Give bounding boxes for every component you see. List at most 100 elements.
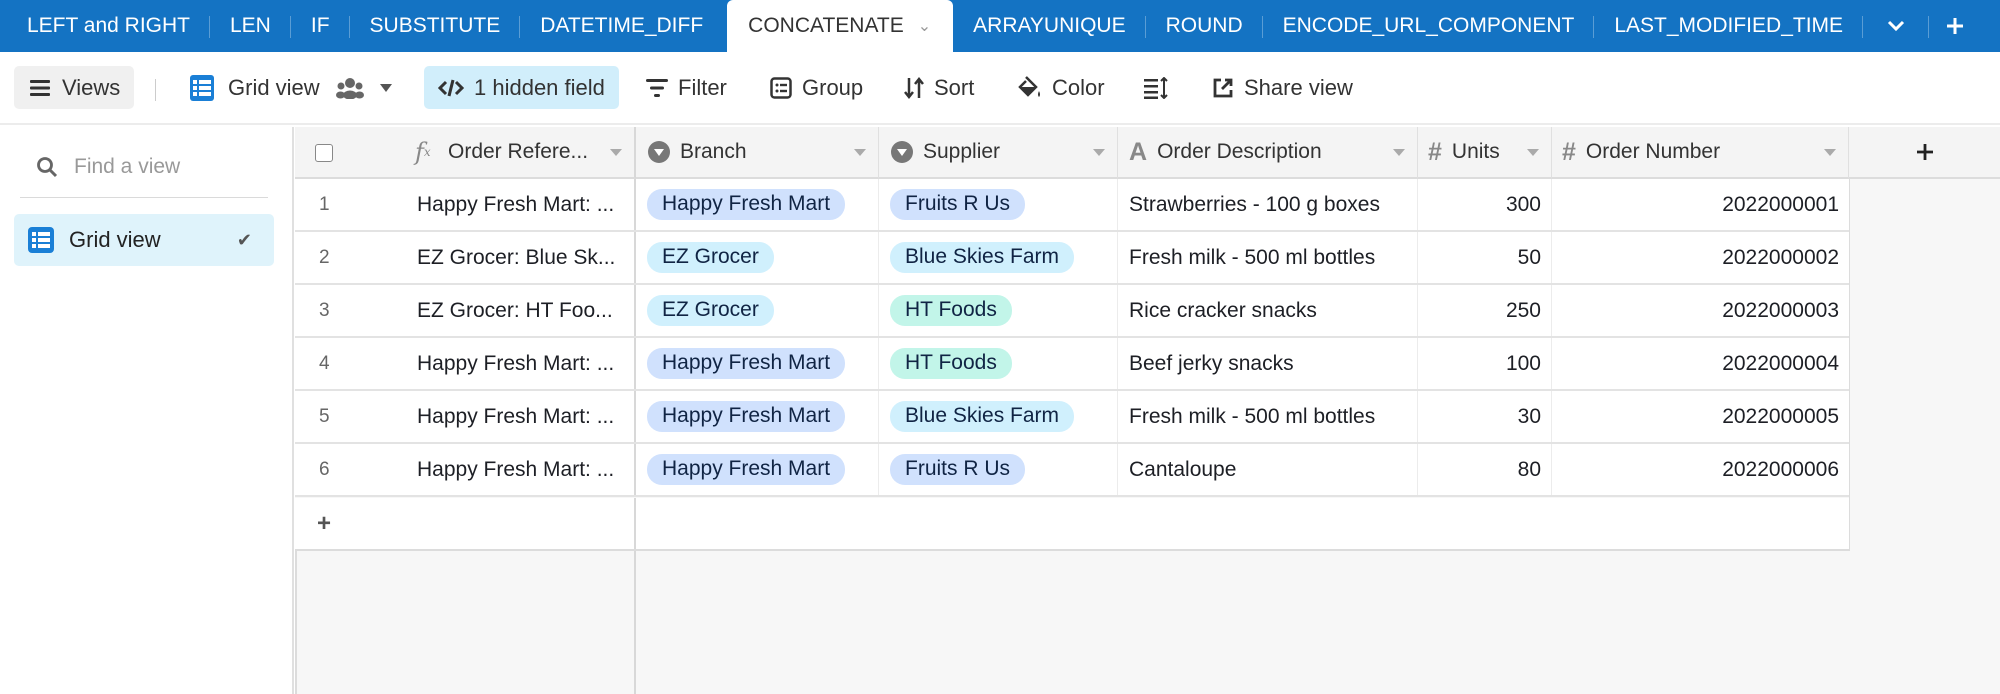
sidebar-item-grid-view[interactable]: Grid view ✔: [14, 214, 274, 266]
add-field-button[interactable]: [1849, 127, 2000, 179]
supplier-pill: HT Foods: [890, 348, 1012, 379]
select-all-checkbox[interactable]: [315, 144, 333, 162]
cell-branch[interactable]: Happy Fresh Mart: [636, 391, 879, 442]
column-menu-caret-icon[interactable]: [1824, 149, 1836, 156]
row-height-button[interactable]: [1144, 66, 1178, 110]
cell-order-description[interactable]: Fresh milk - 500 ml bottles: [1118, 391, 1418, 442]
cell-branch[interactable]: Happy Fresh Mart: [636, 444, 879, 495]
cell-branch[interactable]: EZ Grocer: [636, 232, 879, 283]
order-reference-value: Happy Fresh Mart: ...: [417, 404, 615, 428]
cell-supplier[interactable]: Fruits R Us: [879, 179, 1118, 230]
more-tabs-button[interactable]: [1863, 0, 1930, 52]
cell-order-description[interactable]: Cantaloupe: [1118, 444, 1418, 495]
column-menu-caret-icon[interactable]: [1527, 149, 1539, 156]
tab-if[interactable]: IF: [291, 0, 350, 52]
tab-concatenate[interactable]: CONCATENATE ⌄: [727, 0, 954, 52]
cell-order-reference[interactable]: 3 EZ Grocer: HT Foo...: [295, 285, 636, 336]
column-menu-caret-icon[interactable]: [1093, 149, 1105, 156]
add-row-button[interactable]: +: [295, 498, 1849, 551]
cell-order-reference[interactable]: 2 EZ Grocer: Blue Sk...: [295, 232, 636, 283]
tab-last-modified-time[interactable]: LAST_MODIFIED_TIME: [1594, 0, 1864, 52]
tab-left-and-right[interactable]: LEFT and RIGHT: [0, 0, 210, 52]
cell-order-number[interactable]: 2022000004: [1552, 338, 1849, 389]
grid-view-switcher[interactable]: Grid view: [190, 66, 392, 110]
branch-pill: Happy Fresh Mart: [647, 189, 846, 220]
cell-order-number[interactable]: 2022000005: [1552, 391, 1849, 442]
column-header-order-reference[interactable]: fx Order Refere...: [295, 127, 636, 179]
branch-pill: EZ Grocer: [647, 295, 774, 326]
column-header-units[interactable]: # Units: [1418, 127, 1552, 179]
cell-units[interactable]: 100: [1418, 338, 1552, 389]
cell-order-number[interactable]: 2022000001: [1552, 179, 1849, 230]
filter-button[interactable]: Filter: [646, 66, 727, 110]
column-menu-caret-icon[interactable]: [610, 149, 622, 156]
table-row[interactable]: 4 Happy Fresh Mart: ... Happy Fresh Mart HT…: [295, 338, 1849, 391]
add-table-button[interactable]: [1929, 0, 1981, 52]
column-header-label: Order Number: [1585, 140, 1721, 163]
cell-supplier[interactable]: Blue Skies Farm: [879, 232, 1118, 283]
table-row[interactable]: 6 Happy Fresh Mart: ... Happy Fresh Mart Fr…: [295, 444, 1849, 497]
cell-order-description[interactable]: Fresh milk - 500 ml bottles: [1118, 232, 1418, 283]
add-row-plus[interactable]: +: [295, 498, 636, 549]
group-button[interactable]: Group: [770, 66, 863, 110]
color-button[interactable]: Color: [1018, 66, 1105, 110]
cell-branch[interactable]: Happy Fresh Mart: [636, 338, 879, 389]
cell-order-number[interactable]: 2022000003: [1552, 285, 1849, 336]
column-header-label: Branch: [680, 140, 747, 163]
cell-order-reference[interactable]: 4 Happy Fresh Mart: ...: [295, 338, 636, 389]
tab-label: LEN: [230, 14, 271, 37]
column-menu-caret-icon[interactable]: [1393, 149, 1405, 156]
cell-units[interactable]: 50: [1418, 232, 1552, 283]
order-reference-value: EZ Grocer: Blue Sk...: [417, 245, 616, 269]
cell-order-description[interactable]: Rice cracker snacks: [1118, 285, 1418, 336]
column-header-order-number[interactable]: # Order Number: [1552, 127, 1849, 179]
cell-order-number[interactable]: 2022000002: [1552, 232, 1849, 283]
cell-branch[interactable]: Happy Fresh Mart: [636, 179, 879, 230]
tab-substitute[interactable]: SUBSTITUTE: [350, 0, 521, 52]
cell-units[interactable]: 250: [1418, 285, 1552, 336]
cell-supplier[interactable]: Blue Skies Farm: [879, 391, 1118, 442]
hide-fields-button[interactable]: 1 hidden field: [424, 66, 619, 109]
share-view-button[interactable]: Share view: [1212, 66, 1353, 110]
cell-units[interactable]: 30: [1418, 391, 1552, 442]
cell-supplier[interactable]: HT Foods: [879, 285, 1118, 336]
column-menu-caret-icon[interactable]: [854, 149, 866, 156]
cell-units[interactable]: 300: [1418, 179, 1552, 230]
single-select-icon: [648, 141, 670, 163]
cell-supplier[interactable]: Fruits R Us: [879, 444, 1118, 495]
chevron-down-icon[interactable]: ⌄: [918, 16, 931, 36]
sort-button[interactable]: Sort: [904, 66, 974, 110]
tab-len[interactable]: LEN: [210, 0, 291, 52]
order-reference-value: Happy Fresh Mart: ...: [417, 457, 615, 481]
cell-order-description[interactable]: Beef jerky snacks: [1118, 338, 1418, 389]
find-view-search[interactable]: Find a view: [36, 155, 180, 179]
table-row[interactable]: 5 Happy Fresh Mart: ... Happy Fresh Mart Bl…: [295, 391, 1849, 444]
tab-datetime-diff[interactable]: DATETIME_DIFF: [520, 0, 727, 52]
column-header-order-description[interactable]: A Order Description: [1118, 127, 1418, 179]
cell-order-description[interactable]: Strawberries - 100 g boxes: [1118, 179, 1418, 230]
cell-units[interactable]: 80: [1418, 444, 1552, 495]
views-button[interactable]: Views: [14, 66, 134, 109]
tab-round[interactable]: ROUND: [1146, 0, 1263, 52]
sort-icon: [904, 77, 924, 99]
hamburger-icon: [30, 79, 50, 96]
cell-order-reference[interactable]: 1 Happy Fresh Mart: ...: [295, 179, 636, 230]
cell-order-reference[interactable]: 5 Happy Fresh Mart: ...: [295, 391, 636, 442]
cell-order-number[interactable]: 2022000006: [1552, 444, 1849, 495]
table-row[interactable]: 3 EZ Grocer: HT Foo... EZ Grocer HT Foods Ri…: [295, 285, 1849, 338]
number-field-icon: #: [1428, 137, 1442, 166]
column-header-branch[interactable]: Branch: [636, 127, 879, 179]
cell-supplier[interactable]: HT Foods: [879, 338, 1118, 389]
view-toolbar: Views Grid view 1 hidden field Filter Gr…: [0, 52, 2000, 125]
tab-label: LEFT and RIGHT: [27, 14, 190, 37]
cell-order-reference[interactable]: 6 Happy Fresh Mart: ...: [295, 444, 636, 495]
formula-icon: fx: [415, 138, 431, 166]
single-select-icon: [891, 141, 913, 163]
table-row[interactable]: 1 Happy Fresh Mart: ... Happy Fresh Mart Fr…: [295, 179, 1849, 232]
tab-arrayunique[interactable]: ARRAYUNIQUE: [953, 0, 1146, 52]
table-row[interactable]: 2 EZ Grocer: Blue Sk... EZ Grocer Blue Skie…: [295, 232, 1849, 285]
cell-branch[interactable]: EZ Grocer: [636, 285, 879, 336]
column-header-supplier[interactable]: Supplier: [879, 127, 1118, 179]
tab-encode-url-component[interactable]: ENCODE_URL_COMPONENT: [1263, 0, 1595, 52]
toolbar-divider: [155, 79, 156, 101]
